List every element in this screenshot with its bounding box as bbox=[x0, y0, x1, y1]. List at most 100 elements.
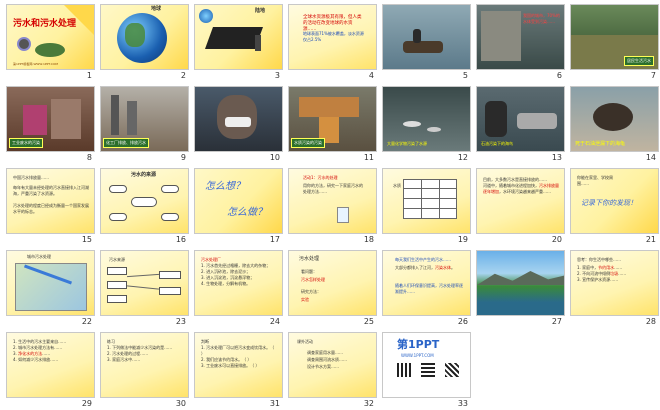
slide-number: 19 bbox=[457, 235, 468, 244]
slide-title: 污水来源 bbox=[109, 257, 125, 262]
slide-thumbnail-30[interactable]: 练习 1. 下列做法中能减少水污染的是…… 2. 污水处理的过程…… 3. 家庭污水中… bbox=[100, 332, 189, 410]
slide-thumbnail-12[interactable]: 大量化学物污染了水源 12 bbox=[382, 86, 471, 164]
slide-number: 16 bbox=[175, 235, 186, 244]
slide-title: 课外活动 bbox=[297, 339, 313, 344]
slide-caption: 大量化学物污染了水源 bbox=[387, 141, 427, 146]
qr-code-icon bbox=[397, 363, 411, 377]
slide-thumbnail-28[interactable]: 思考：你生活中哪些…… 1. 家庭中，节约用水…… 2. 不向河流中倾倒垃圾…… 3… bbox=[570, 250, 659, 328]
brand-url: WWW.1PPT.COM bbox=[401, 353, 434, 358]
slide-body-text: 污水处理厂 bbox=[201, 257, 221, 262]
slide-thumbnail-9[interactable]: 化工厂排放、排放污水 9 bbox=[100, 86, 189, 164]
slide-thumbnail-24[interactable]: 污水处理厂 1. 污水首先经过格栅，除去大的杂物； 2. 进入沉砂池，除去泥沙； 3… bbox=[194, 250, 283, 328]
slide-thumbnail-5[interactable]: 5 bbox=[382, 4, 471, 82]
slide-number: 26 bbox=[457, 317, 468, 326]
slide-row-5: 1. 生活中的污水主要来自…… 2. 城市污水处理方法有…… 3. 净化水的方法……… bbox=[6, 332, 656, 410]
slide-number: 21 bbox=[645, 235, 656, 244]
slide-number: 28 bbox=[645, 317, 656, 326]
brand-logo-text: 第1PPT bbox=[397, 338, 440, 351]
slide-caption: 工业废水的污染 bbox=[9, 138, 43, 148]
slide-number: 20 bbox=[551, 235, 562, 244]
slide-caption: 水质污染的污染 bbox=[291, 138, 325, 148]
slide-number: 15 bbox=[81, 235, 92, 244]
slide-body-text: 每天我们生活中产生的污水…… bbox=[395, 257, 451, 262]
slide-number: 2 bbox=[180, 71, 186, 80]
slide-caption: 居民生活污水 bbox=[624, 56, 654, 66]
slide-number: 10 bbox=[269, 153, 280, 162]
slide-caption: 化工厂排放、排放污水 bbox=[103, 138, 149, 148]
slide-thumbnail-32[interactable]: 课外活动 调查家庭用水量…… 调查周围河流水质…… 设计节水方案…… 32 bbox=[288, 332, 377, 410]
slide-body-text: 用你的方法，研究一下家庭污水的处理方法…… bbox=[303, 183, 363, 194]
slide-thumbnail-13[interactable]: 石油污染下的海鸟 13 bbox=[476, 86, 565, 164]
slide-thumbnail-10[interactable]: 10 bbox=[194, 86, 283, 164]
slide-row-2: 工业废水的污染 8 化工厂排放、排放污水 9 10 水质污染的污染 11 大量化… bbox=[6, 86, 659, 164]
slide-number: 3 bbox=[274, 71, 280, 80]
slide-thumbnail-1[interactable]: 污水和污水处理 第1PPT模板网-WWW.1PPT.COM 1 bbox=[6, 4, 95, 82]
slide-row-1: 污水和污水处理 第1PPT模板网-WWW.1PPT.COM 1 地球 2 陆地 bbox=[6, 4, 659, 82]
slide-title: 水质 bbox=[393, 183, 401, 188]
slide-number: 30 bbox=[175, 399, 186, 408]
slide-thumbnail-27[interactable]: 27 bbox=[476, 250, 565, 328]
slide-number: 29 bbox=[81, 399, 92, 408]
slide-number: 9 bbox=[180, 153, 186, 162]
slide-thumbnail-23[interactable]: 污水来源 23 bbox=[100, 250, 189, 328]
slide-caption: 死于石油泄漏下的海龟 bbox=[575, 141, 626, 147]
slide-number: 31 bbox=[269, 399, 280, 408]
slide-body-text: 思考：你生活中哪些…… bbox=[577, 257, 621, 262]
slide-thumbnail-20[interactable]: 目前，大多数污水是直接排放的…… 河道中，随着城市化进程加快，污水排放量逐年增加… bbox=[476, 168, 565, 246]
slide-thumbnail-14[interactable]: 死于石油泄漏下的海龟 14 bbox=[570, 86, 659, 164]
slide-title: 城市污水处理 bbox=[27, 254, 51, 259]
slide-number: 33 bbox=[457, 399, 468, 408]
slide-footer: 第1PPT模板网-WWW.1PPT.COM bbox=[13, 62, 58, 66]
slide-question-2: 怎么做？ bbox=[227, 207, 267, 218]
slide-thumbnail-8[interactable]: 工业废水的污染 8 bbox=[6, 86, 95, 164]
slide-row-4: 城市污水处理 22 污水来源 23 污水处理厂 1. 污水首先经过格栅，除去大的… bbox=[6, 250, 659, 328]
slide-thumbnail-11[interactable]: 水质污染的污染 11 bbox=[288, 86, 377, 164]
slide-thumbnail-18[interactable]: 活动1：污水的处理 用你的方法，研究一下家庭污水的处理方法…… 18 bbox=[288, 168, 377, 246]
slide-number: 14 bbox=[645, 153, 656, 162]
slide-number: 27 bbox=[551, 317, 562, 326]
slide-number: 25 bbox=[363, 317, 374, 326]
slide-number: 4 bbox=[368, 71, 374, 80]
slide-thumbnail-31[interactable]: 判断 1. 污水处理厂可以把污水变成饮用水。（ ） 2. 我们应该节约用水。（ ） 3… bbox=[194, 332, 283, 410]
slide-thumbnail-6[interactable]: 我国的城市，70%的水体受到污染…… 6 bbox=[476, 4, 565, 82]
slide-thumbnail-33[interactable]: 第1PPT WWW.1PPT.COM 33 bbox=[382, 332, 471, 410]
slide-thumbnail-17[interactable]: 怎么想？ 怎么做？ 17 bbox=[194, 168, 283, 246]
qr-code-icon bbox=[421, 363, 435, 377]
slide-thumbnail-19[interactable]: 水质 19 bbox=[382, 168, 471, 246]
slide-thumbnail-21[interactable]: 你能在家里、学校周围…… 记录下你的发现！ 21 bbox=[570, 168, 659, 246]
slide-number: 11 bbox=[363, 153, 374, 162]
slide-thumbnail-15[interactable]: 中国污水排放量…… 每年有大量未经处理的污水直接排入江河湖海，严重污染了水资源。… bbox=[6, 168, 95, 246]
slide-thumbnail-29[interactable]: 1. 生活中的污水主要来自…… 2. 城市污水处理方法有…… 3. 净化水的方法……… bbox=[6, 332, 95, 410]
slide-number: 13 bbox=[551, 153, 562, 162]
slide-label: 陆地 bbox=[255, 8, 266, 14]
slide-thumbnail-16[interactable]: 污水的来源 16 bbox=[100, 168, 189, 246]
slide-thumbnail-25[interactable]: 污水处理 看问题： 污水怎样处理 研究方法： 实验 25 bbox=[288, 250, 377, 328]
slide-thumbnail-2[interactable]: 地球 2 bbox=[100, 4, 189, 82]
slide-title: 污水和污水处理 bbox=[13, 19, 77, 29]
slide-question-1: 怎么想？ bbox=[205, 181, 245, 192]
slide-thumbnail-3[interactable]: 陆地 3 bbox=[194, 4, 283, 82]
slide-number: 12 bbox=[457, 153, 468, 162]
slide-thumbnail-26[interactable]: 每天我们生活中产生的污水…… 大部分都排入了江河，污染水体。 随着人们环保意识提… bbox=[382, 250, 471, 328]
slide-number: 5 bbox=[462, 71, 468, 80]
slide-body-text: 中国污水排放量…… bbox=[13, 175, 49, 180]
slide-number: 22 bbox=[81, 317, 92, 326]
slide-number: 18 bbox=[363, 235, 374, 244]
slide-row-3: 中国污水排放量…… 每年有大量未经处理的污水直接排入江河湖海，严重污染了水资源。… bbox=[6, 168, 659, 246]
slide-number: 6 bbox=[556, 71, 562, 80]
slide-thumbnail-22[interactable]: 城市污水处理 22 bbox=[6, 250, 95, 328]
slide-number: 32 bbox=[363, 399, 374, 408]
slide-thumbnail-4[interactable]: 全球水资源极其有限，但人类的活动在改变地球的水资源…… 地球表面71%被水覆盖，… bbox=[288, 4, 377, 82]
slide-title: 污水处理 bbox=[299, 256, 320, 262]
slide-caption: 石油污染下的海鸟 bbox=[481, 141, 513, 146]
slide-number: 1 bbox=[86, 71, 92, 80]
qr-code-icon bbox=[445, 363, 459, 377]
slide-number: 23 bbox=[175, 317, 186, 326]
slide-sorter-grid: 污水和污水处理 第1PPT模板网-WWW.1PPT.COM 1 地球 2 陆地 bbox=[6, 4, 659, 410]
slide-body-text: 记录下你的发现！ bbox=[581, 199, 637, 207]
slide-number: 7 bbox=[650, 71, 656, 80]
slide-number: 24 bbox=[269, 317, 280, 326]
slide-thumbnail-7[interactable]: 居民生活污水 7 bbox=[570, 4, 659, 82]
slide-label: 地球 bbox=[151, 6, 162, 12]
slide-title: 污水的来源 bbox=[131, 172, 157, 178]
